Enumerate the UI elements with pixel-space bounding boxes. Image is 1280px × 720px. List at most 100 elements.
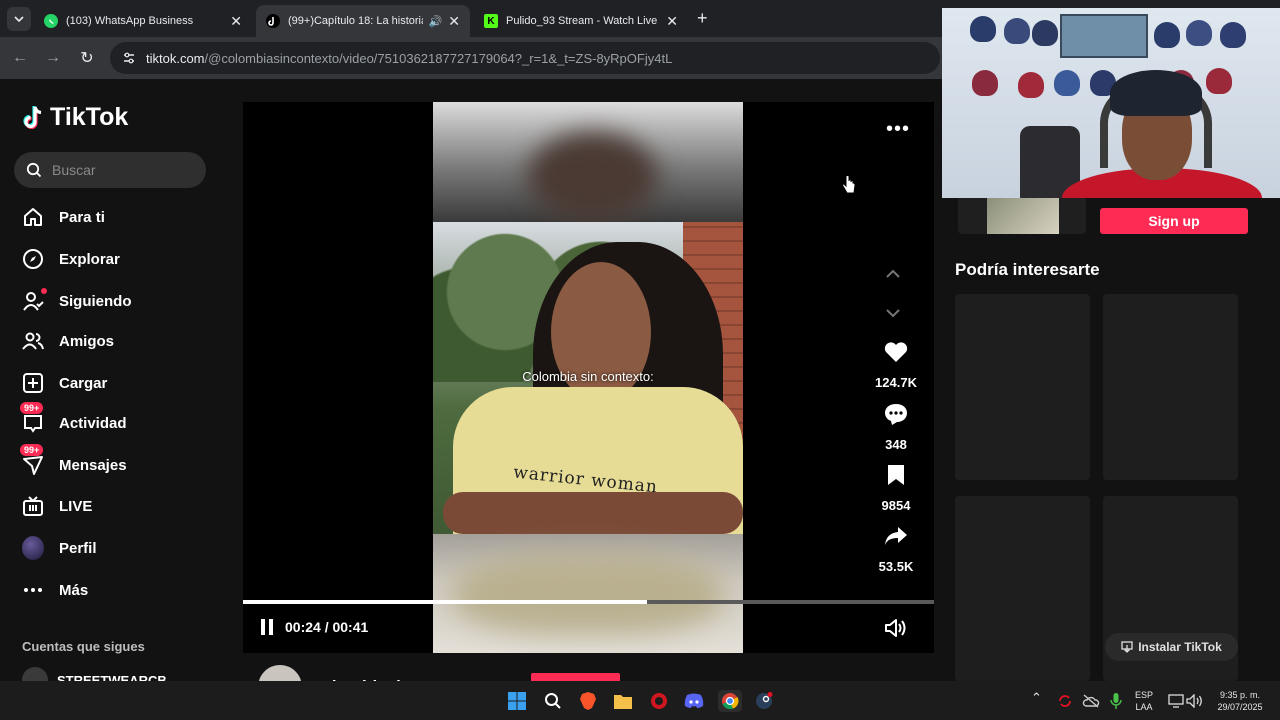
share-action[interactable]: 53.5K [863,524,929,574]
windows-taskbar: ⌃ ESP LAA 9:35 p. m. 29/07/2025 [0,681,1280,720]
windows-start-icon[interactable] [506,690,528,712]
more-icon [22,579,44,601]
kick-icon: K [484,14,498,28]
sidebar-item-label: Explorar [59,250,120,268]
save-action[interactable]: 9854 [863,463,929,513]
clock-date: 29/07/2025 [1217,702,1263,712]
pause-icon[interactable] [261,619,273,635]
clock-time: 9:35 p. m. [1219,690,1261,700]
speaker-icon[interactable]: 🔊 [429,15,443,28]
chevron-up-icon[interactable] [886,266,900,282]
logo-text: TikTok [50,103,129,131]
site-settings-icon[interactable] [122,51,136,65]
video-thumbnail[interactable] [958,197,1086,234]
video-player[interactable]: warrior woman Colombia sin contexto: •••… [243,102,934,653]
video-progress-bar[interactable] [243,600,934,604]
video-progress-fill [243,600,648,604]
sidebar-item-actividad[interactable]: 99+ Actividad [20,402,127,438]
more-options-icon[interactable]: ••• [886,118,910,141]
notification-dot [41,288,47,294]
hand-cursor-icon [842,175,856,194]
sidebar-item-amigos[interactable]: Amigos [22,326,114,356]
close-tab-icon[interactable]: ✕ [666,13,678,30]
app-icon-red[interactable] [648,690,670,712]
share-count: 53.5K [878,559,914,574]
tab-tiktok[interactable]: (99+)Capítulo 18: La historia de E 🔊 ✕ [256,5,470,37]
sidebar-item-mas[interactable]: Más [22,575,88,605]
sidebar-item-cargar[interactable]: Cargar [22,368,107,398]
upload-icon [22,372,44,394]
microphone-icon[interactable] [1105,690,1127,712]
like-action[interactable]: 124.7K [863,340,929,390]
webcam-overlay [942,8,1280,198]
video-caption: Colombia sin contexto: [522,369,654,384]
file-explorer-icon[interactable] [612,690,634,712]
brave-browser-icon[interactable] [577,690,599,712]
suggestion-card[interactable] [955,496,1090,681]
forward-icon[interactable]: → [43,48,63,68]
suggestion-card[interactable] [955,294,1090,480]
chevron-down-icon[interactable] [886,305,900,321]
sidebar-item-label: LIVE [59,497,93,515]
language-layout: LAA [1135,702,1153,712]
sidebar-item-siguiendo[interactable]: Siguiendo [22,286,132,316]
chrome-icon[interactable] [718,690,742,712]
back-icon[interactable]: ← [10,48,30,68]
sidebar-item-mensajes[interactable]: 99+ Mensajes [20,444,127,480]
sidebar-item-label: Perfil [59,539,97,557]
show-hidden-icons[interactable]: ⌃ [1031,691,1042,704]
blurred-bottom-region [433,534,743,653]
url-host: tiktok.com [146,50,205,66]
address-bar[interactable]: tiktok.com/@colombiasincontexto/video/75… [110,42,940,74]
sidebar-item-live[interactable]: LIVE [22,491,92,521]
close-tab-icon[interactable]: ✕ [230,13,242,30]
clock[interactable]: 9:35 p. m. 29/07/2025 [1212,689,1268,713]
search-icon[interactable] [542,690,564,712]
suggestions-title: Podría interesarte [955,260,1100,279]
sidebar-item-explorar[interactable]: Explorar [22,244,120,274]
keyboard-language[interactable]: ESP LAA [1135,689,1153,713]
comment-count: 348 [885,437,907,452]
comment-action[interactable]: 348 [863,402,929,452]
tiktok-logo[interactable]: TikTok [22,103,128,132]
tab-title: (99+)Capítulo 18: La historia de E [288,15,423,27]
tab-whatsapp[interactable]: (103) WhatsApp Business ✕ [34,5,252,37]
search-icon [26,162,42,178]
suggestion-card[interactable] [1103,294,1238,480]
share-icon[interactable] [883,524,909,548]
install-icon [1121,641,1133,653]
following-title: Cuentas que sigues [22,639,145,654]
steam-icon[interactable] [753,690,775,712]
search-box[interactable] [14,152,206,188]
heart-icon[interactable] [883,340,909,364]
user-follow-icon [22,288,47,312]
close-tab-icon[interactable]: ✕ [448,13,460,30]
bookmark-icon[interactable] [885,463,907,487]
messages-icon: 99+ [20,444,44,476]
sign-up-button[interactable]: Sign up [1100,208,1248,234]
framed-bill-image [1060,14,1148,58]
tab-title: Pulido_93 Stream - Watch Live on Kick [506,15,660,27]
install-label: Instalar TikTok [1138,640,1222,654]
comment-icon[interactable] [883,402,909,426]
sync-icon[interactable] [1054,690,1076,712]
new-tab-button[interactable]: + [697,8,708,29]
video-frame[interactable]: warrior woman Colombia sin contexto: [433,102,743,653]
sidebar-item-label: Para ti [59,208,105,226]
sidebar-item-perfil[interactable]: Perfil [22,533,97,563]
like-count: 124.7K [875,375,917,390]
volume-icon[interactable] [1184,690,1206,712]
language-code: ESP [1135,690,1154,700]
volume-icon[interactable] [884,617,908,644]
tab-kick[interactable]: K Pulido_93 Stream - Watch Live on Kick … [474,5,688,37]
tab-search-button[interactable] [7,7,31,31]
live-icon [22,495,44,517]
search-input[interactable] [52,162,192,178]
install-tiktok-button[interactable]: Instalar TikTok [1105,633,1238,661]
sidebar-item-para-ti[interactable]: Para ti [22,202,105,232]
discord-icon[interactable] [683,690,705,712]
sidebar-item-label: Amigos [59,332,115,350]
reload-icon[interactable]: ↻ [77,48,97,68]
cloud-off-icon[interactable] [1080,690,1102,712]
sidebar-item-label: Actividad [59,414,127,432]
